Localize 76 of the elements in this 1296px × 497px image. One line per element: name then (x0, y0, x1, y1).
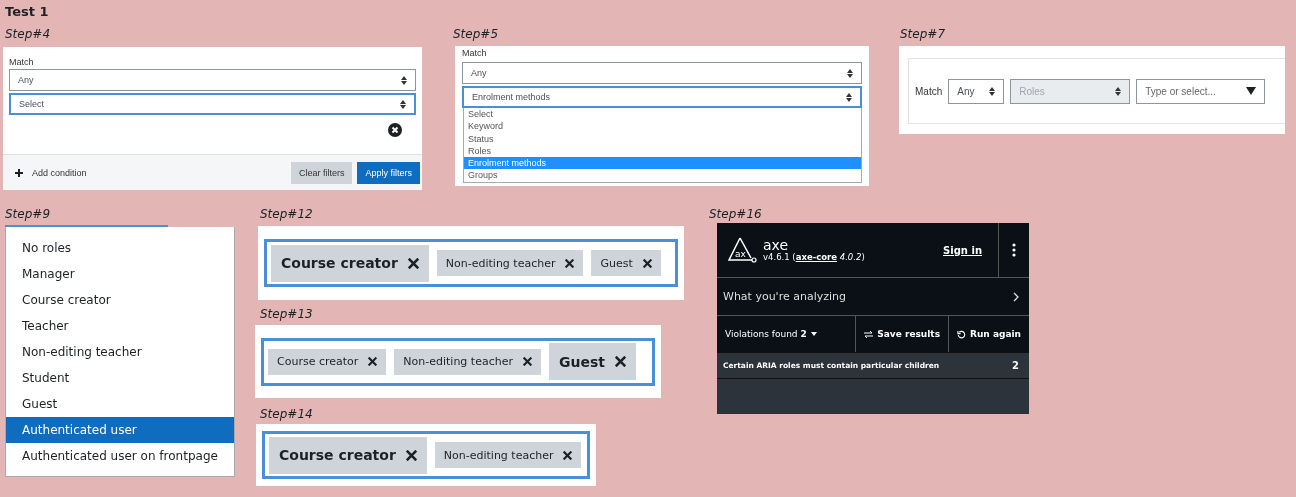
select-field[interactable]: Enrolment methods (462, 86, 862, 108)
dropdown-option[interactable]: Keyword (464, 120, 861, 133)
search-field[interactable]: Type or select... (1136, 78, 1266, 104)
step-label: Step#13 (260, 307, 313, 321)
remove-circle-icon[interactable] (388, 123, 402, 137)
role-chip[interactable]: Non-editing teacher (434, 442, 582, 468)
match-label: Match (462, 48, 488, 58)
refresh-icon (957, 329, 967, 339)
close-icon[interactable] (405, 449, 417, 461)
save-results-button[interactable]: Save results (855, 316, 949, 352)
role-option[interactable]: Authenticated user on frontpage (6, 443, 234, 469)
analyzing-row-label[interactable]: What you're analyzing (723, 290, 846, 303)
version-text: v4.6.1 (axe-core 4.0.2) (763, 252, 865, 262)
close-icon[interactable] (407, 257, 419, 269)
role-chip[interactable]: Guest (548, 343, 636, 380)
sign-in-link[interactable]: Sign in (943, 244, 982, 256)
role-option[interactable]: Course creator (6, 287, 234, 313)
plus-icon (15, 168, 23, 177)
match-label: Match (9, 57, 35, 67)
step-label: Step#9 (5, 207, 50, 221)
up-down-arrow-icon (400, 99, 406, 109)
up-down-arrow-icon (847, 68, 853, 78)
match-label: Match (915, 85, 943, 97)
step-label: Step#5 (453, 27, 498, 41)
close-icon[interactable] (522, 357, 532, 366)
close-icon[interactable] (614, 356, 626, 367)
up-down-arrow-icon (1115, 86, 1122, 96)
selected-roles-field[interactable]: Course creator Non-editing teacher Guest (261, 337, 655, 386)
role-option[interactable]: Non-editing teacher (6, 339, 234, 365)
select-field[interactable]: Select (9, 93, 416, 115)
close-icon[interactable] (642, 258, 652, 268)
step-label: Step#16 (709, 207, 762, 221)
role-chip[interactable]: Guest (591, 250, 661, 276)
role-option[interactable]: No roles (6, 235, 234, 261)
chevron-right-icon[interactable] (1013, 291, 1019, 302)
selected-roles-field[interactable]: Course creator Non-editing teacher Guest (264, 239, 678, 287)
select-field[interactable]: Any (9, 69, 416, 91)
close-icon[interactable] (563, 450, 573, 460)
step-label: Step#12 (260, 207, 313, 221)
dropdown-option[interactable]: Select (464, 108, 861, 121)
dropdown-arrow-icon (1246, 86, 1257, 95)
role-chip[interactable]: Non-editing teacher (436, 250, 584, 276)
role-chip[interactable]: Course creator (271, 244, 429, 282)
more-options-icon[interactable] (1012, 243, 1016, 257)
step-label: Step#4 (5, 27, 50, 41)
role-chip[interactable]: Course creator (268, 348, 387, 375)
dropdown-option[interactable]: Groups (464, 169, 861, 182)
close-icon[interactable] (368, 357, 378, 366)
role-option[interactable]: Manager (6, 261, 234, 287)
step-label: Step#14 (260, 407, 313, 421)
step-label: Step#7 (900, 27, 945, 41)
clear-filters-button[interactable]: Clear filters (290, 161, 353, 184)
issue-count: 2 (1012, 360, 1019, 371)
role-option[interactable]: Student (6, 365, 234, 391)
role-option[interactable]: Guest (6, 391, 234, 417)
role-chip[interactable]: Course creator (269, 436, 427, 474)
run-again-button[interactable]: Run again (948, 316, 1029, 352)
apply-filters-button[interactable]: Apply filters (357, 161, 420, 184)
role-option[interactable]: Authenticated user (6, 417, 234, 443)
dropdown-option[interactable]: Roles (464, 144, 861, 158)
up-down-arrow-icon (846, 92, 852, 102)
selected-roles-field[interactable]: Course creator Non-editing teacher (262, 431, 590, 479)
caret-icon (810, 332, 817, 336)
document-title: Test 1 (5, 4, 49, 19)
violations-dropdown[interactable]: Violations found 2 (717, 316, 856, 352)
role-chip[interactable]: Non-editing teacher (394, 348, 541, 375)
add-condition-link[interactable]: Add condition (15, 167, 87, 178)
select-field[interactable]: Any (462, 62, 862, 84)
role-option[interactable]: Teacher (6, 313, 234, 339)
close-icon[interactable] (565, 258, 575, 268)
up-down-arrow-icon (401, 75, 407, 85)
swap-arrows-icon (864, 330, 874, 338)
dropdown-option[interactable]: Status (464, 132, 861, 145)
up-down-arrow-icon (989, 86, 996, 96)
select-field[interactable]: Any (948, 78, 1005, 104)
app-name: axe (763, 238, 790, 252)
